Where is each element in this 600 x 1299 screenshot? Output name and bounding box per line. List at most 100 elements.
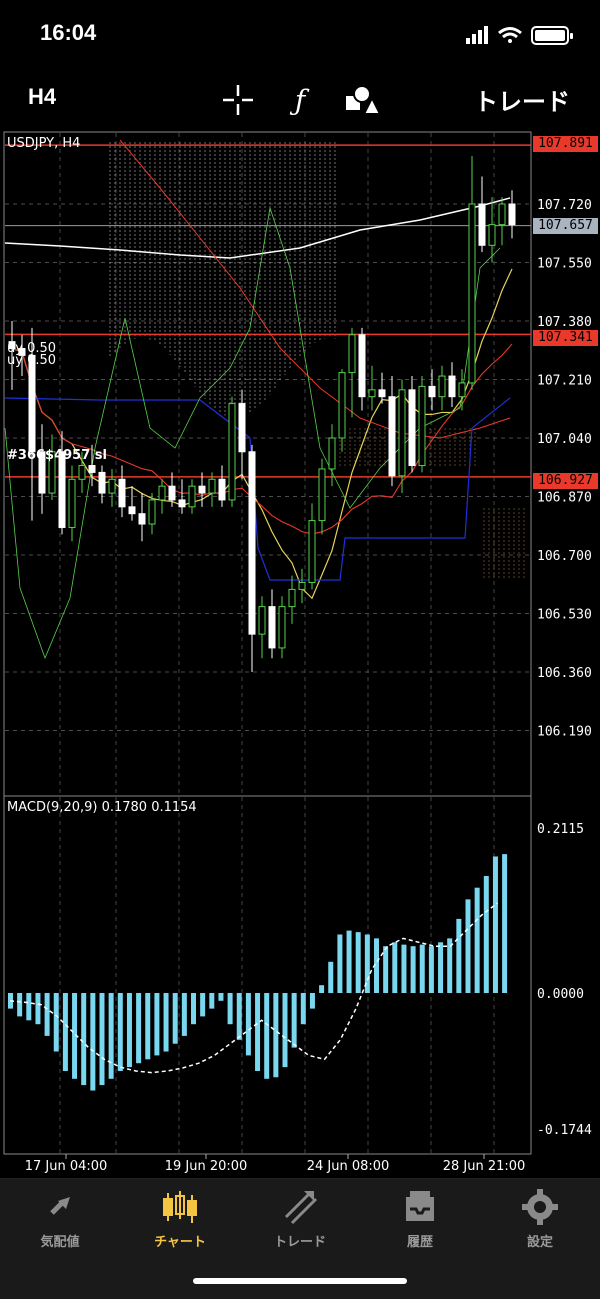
price-tick: 107.550 [537,257,592,272]
candle-body [328,437,336,470]
macd-bar [209,993,215,1009]
tab-chart[interactable]: チャート [125,1187,235,1257]
indicator-lines [4,139,513,660]
price-tick: 107.040 [537,432,592,447]
macd-bar [218,993,224,1001]
candle-body [268,606,276,649]
price-tick: 107.720 [537,198,592,213]
candle-body [198,485,206,494]
trade-button[interactable]: トレード [474,82,570,117]
objects-icon[interactable] [344,82,380,118]
candle-body [508,203,516,226]
wifi-icon [498,27,522,43]
candle-body [58,451,66,528]
candle-body [178,499,186,508]
ichimoku-cloud [109,142,525,580]
macd-bar [53,993,59,1052]
candle-body [28,354,36,453]
candle-body [228,403,236,501]
symbol-label: USDJPY, H4 [7,136,80,151]
candle-body [388,396,396,477]
price-tick: 106.190 [537,725,592,740]
candle-body [218,478,226,501]
macd-bar [154,993,160,1056]
tab-label: 設定 [526,1235,553,1250]
tab-history[interactable]: 履歴 [365,1187,475,1257]
macd-bar [419,944,425,993]
candle-body [308,520,316,584]
svg-text:ƒ: ƒ [289,84,310,117]
status-bar: 16:04 [0,0,600,70]
candle-body [498,203,506,226]
macd-bar [273,993,279,1078]
timeframe-button[interactable]: H4 [28,84,56,110]
candle-body [298,582,306,590]
macd-bar [200,993,206,1017]
macd-bar [337,934,343,993]
time-tick: 19 Jun 20:00 [165,1159,248,1174]
macd-bar [81,993,87,1086]
macd-bar [456,918,462,993]
time-tick: 17 Jun 04:00 [25,1159,108,1174]
macd-bar [236,993,242,1040]
candle-body [108,478,116,494]
crosshair-icon[interactable] [220,82,256,118]
chart-toolbar: H4 ƒ トレード [0,70,600,128]
price-tick: 106.700 [537,549,592,564]
home-indicator[interactable] [193,1278,407,1284]
candle-body [238,403,246,453]
candle-body [378,389,386,398]
status-time: 16:04 [40,20,97,45]
candle-body [318,468,326,522]
trade-icon [284,1191,318,1225]
price-tick: 107.380 [537,315,592,330]
candle-body [78,465,86,480]
macd-bar [44,993,50,1036]
candle-body [68,478,76,528]
main-chart-frame [3,131,532,797]
tab-label: トレード [273,1235,326,1250]
price-tick: 107.210 [537,374,592,389]
candle-body [118,478,126,508]
channel-blue [4,397,511,581]
tab-settings[interactable]: 設定 [485,1187,595,1257]
price-badge: 107.657 [533,218,598,234]
candle-body [478,203,486,246]
candle-body [448,375,456,398]
macd-bar [136,993,142,1064]
macd-bar [328,961,334,993]
macd-bar [438,942,444,993]
tab-trade[interactable]: トレード [245,1187,355,1257]
horizontal-lines [5,144,531,478]
price-badge: 106.927 [533,473,598,489]
tab-label: 気配値 [40,1235,80,1250]
macd-bar [401,944,407,993]
candle-body [458,382,466,398]
macd-bar [108,993,114,1079]
macd-bar [227,993,233,1025]
macd-bar [483,875,489,993]
candle-body [468,203,476,384]
macd-bar [474,887,480,993]
candle-body [278,606,286,649]
signal-icon [466,26,488,44]
macd-bar [62,993,68,1072]
macd-bar [346,930,352,993]
battery-icon [531,26,573,45]
candle-body [128,506,136,515]
macd-tick: 0.2115 [537,822,584,837]
tab-label: チャート [154,1235,206,1250]
macd-bar [181,993,187,1036]
macd-bar [291,993,297,1048]
time-tick: 24 Jun 08:00 [307,1159,390,1174]
function-icon[interactable]: ƒ [282,82,318,118]
price-chart[interactable]: 107.720 107.550 107.380 107.210 107.040 106.8… [0,128,600,1178]
chart-area[interactable]: 107.720 107.550 107.380 107.210 107.040 106.8… [0,128,600,1178]
macd-bar [392,942,398,993]
tab-quotes[interactable]: 気配値 [5,1187,115,1257]
macd-bar [428,946,434,993]
candle-body [428,385,436,398]
candle-body [158,485,166,501]
macd-bar [172,993,178,1044]
candle-body [418,385,426,467]
